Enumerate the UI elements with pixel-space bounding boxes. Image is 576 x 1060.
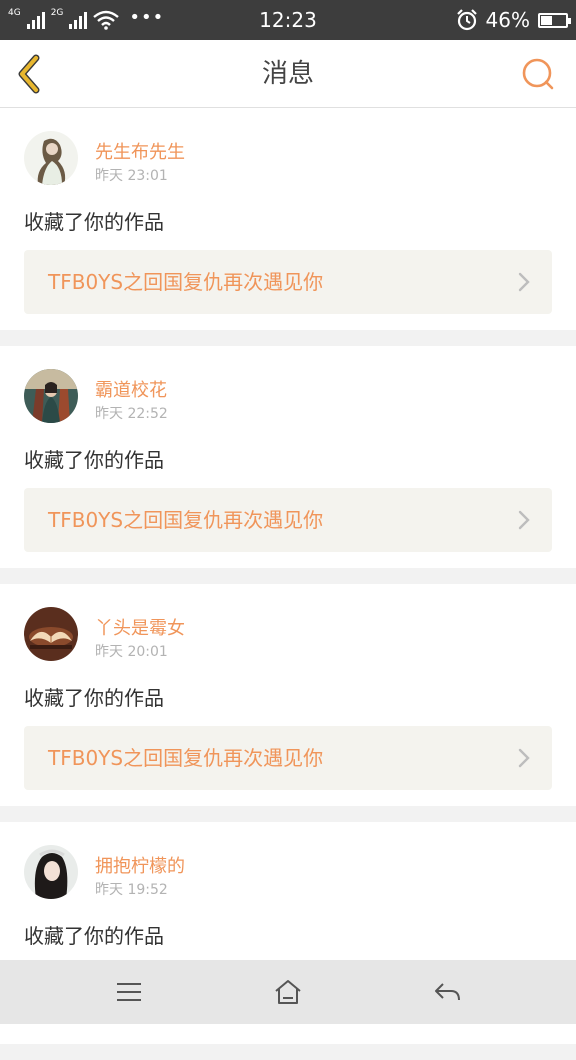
message-card: 先生布先生 昨天 23:01 收藏了你的作品 TFB0YS之回国复仇再次遇见你: [0, 108, 576, 330]
avatar[interactable]: [24, 131, 78, 185]
user-name[interactable]: 先生布先生: [95, 138, 185, 164]
message-text: 收藏了你的作品: [24, 924, 164, 948]
alarm-icon: [456, 9, 477, 31]
page-title: 消息: [261, 59, 314, 89]
search-button[interactable]: [520, 56, 556, 92]
work-title: TFB0YS之回国复仇再次遇见你: [48, 270, 324, 294]
avatar[interactable]: [24, 607, 78, 661]
message-text: 收藏了你的作品: [24, 686, 164, 710]
message-text: 收藏了你的作品: [24, 448, 164, 472]
avatar-image: [24, 369, 78, 423]
message-time: 昨天 23:01: [95, 168, 168, 184]
avatar[interactable]: [24, 369, 78, 423]
user-name[interactable]: 丫头是霉女: [95, 614, 185, 640]
back-nav-button[interactable]: [433, 978, 463, 1006]
home-button[interactable]: [273, 978, 303, 1006]
status-bar: 4G 2G ••• 12:23 46%: [0, 0, 576, 40]
message-text: 收藏了你的作品: [24, 210, 164, 234]
message-time: 昨天 22:52: [95, 406, 168, 422]
app-header: 消息: [0, 40, 576, 108]
work-link[interactable]: TFB0YS之回国复仇再次遇见你: [24, 488, 552, 552]
message-card: 丫头是霉女 昨天 20:01 收藏了你的作品 TFB0YS之回国复仇再次遇见你: [0, 584, 576, 806]
work-title: TFB0YS之回国复仇再次遇见你: [48, 746, 324, 770]
avatar[interactable]: [24, 845, 78, 899]
user-name[interactable]: 拥抱柠檬的: [95, 852, 185, 878]
battery-percent: 46%: [485, 8, 530, 32]
user-name[interactable]: 霸道校花: [95, 376, 167, 402]
menu-button[interactable]: [114, 978, 144, 1006]
status-right: 46%: [456, 0, 571, 40]
work-link[interactable]: TFB0YS之回国复仇再次遇见你: [24, 726, 552, 790]
work-link[interactable]: TFB0YS之回国复仇再次遇见你: [24, 250, 552, 314]
avatar-image: [24, 131, 78, 185]
avatar-image: [24, 845, 78, 899]
chevron-right-icon: [518, 748, 530, 768]
battery-icon: [538, 12, 571, 28]
work-title: TFB0YS之回国复仇再次遇见你: [48, 508, 324, 532]
chevron-right-icon: [518, 272, 530, 292]
system-nav-bar: [0, 960, 576, 1024]
message-list: 先生布先生 昨天 23:01 收藏了你的作品 TFB0YS之回国复仇再次遇见你 …: [0, 108, 576, 1060]
message-time: 昨天 20:01: [95, 644, 168, 660]
menu-icon: [117, 983, 141, 1001]
message-time: 昨天 19:52: [95, 882, 168, 898]
home-icon: [275, 980, 301, 1004]
avatar-image: [24, 607, 78, 661]
back-arrow-icon: [435, 983, 460, 1001]
chevron-right-icon: [518, 510, 530, 530]
search-icon: [522, 58, 554, 90]
message-card: 霸道校花 昨天 22:52 收藏了你的作品 TFB0YS之回国复仇再次遇见你: [0, 346, 576, 568]
